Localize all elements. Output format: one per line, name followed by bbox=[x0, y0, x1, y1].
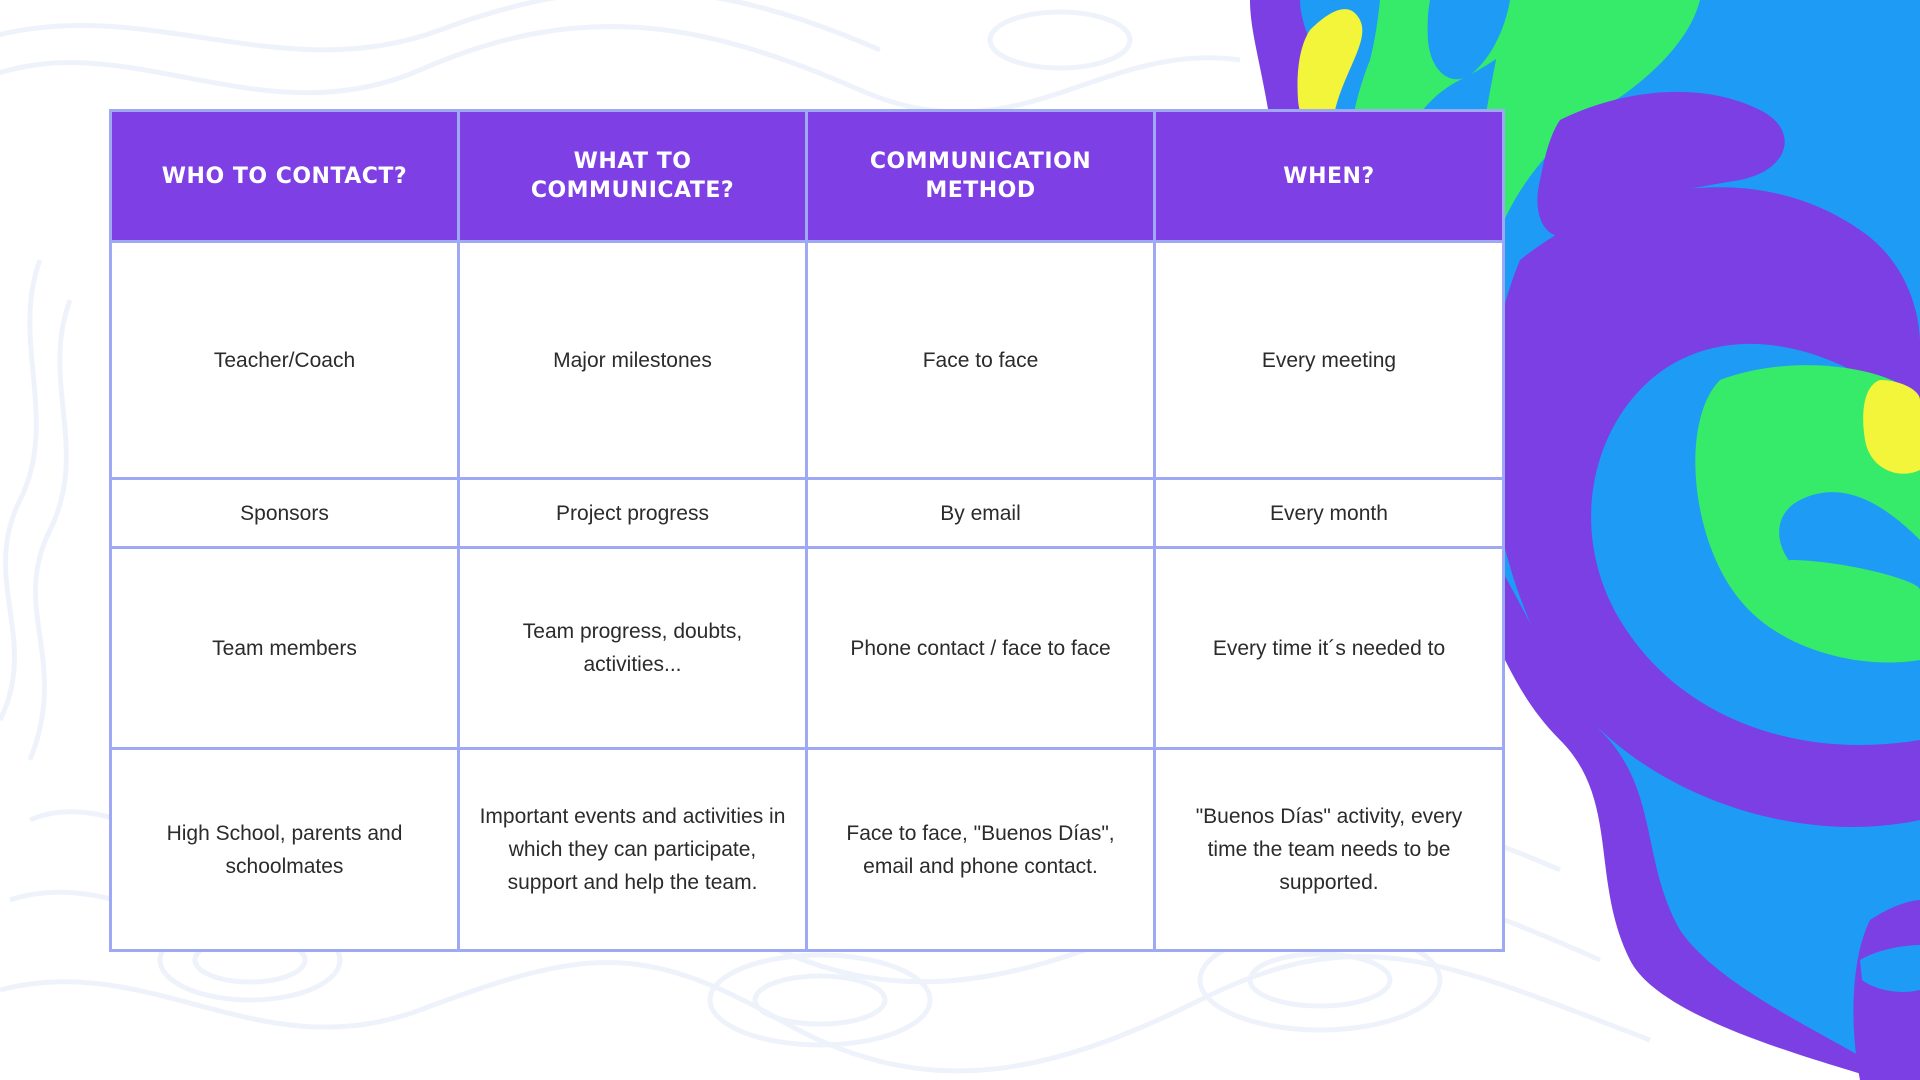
table-cell: Project progress bbox=[457, 477, 808, 549]
header-when: WHEN? bbox=[1153, 109, 1505, 243]
header-what-to-communicate: WHAT TO COMMUNICATE? bbox=[457, 109, 808, 243]
table-cell: Face to face, "Buenos Días", email and p… bbox=[805, 747, 1156, 952]
table-cell: Sponsors bbox=[109, 477, 460, 549]
table-cell: Phone contact / face to face bbox=[805, 546, 1156, 750]
table-cell: Important events and activities in which… bbox=[457, 747, 808, 952]
header-who-to-contact: WHO TO CONTACT? bbox=[109, 109, 460, 243]
table-cell: Teacher/Coach bbox=[109, 240, 460, 480]
table-row: Teacher/Coach Major milestones Face to f… bbox=[109, 240, 1505, 480]
table-cell: High School, parents and schoolmates bbox=[109, 747, 460, 952]
table-cell: Team members bbox=[109, 546, 460, 750]
slide: WHO TO CONTACT? WHAT TO COMMUNICATE? COM… bbox=[0, 0, 1920, 1080]
table-cell: Face to face bbox=[805, 240, 1156, 480]
table-cell: Major milestones bbox=[457, 240, 808, 480]
table-cell: Every month bbox=[1153, 477, 1505, 549]
table-cell: "Buenos Días" activity, every time the t… bbox=[1153, 747, 1505, 952]
table-row: Team members Team progress, doubts, acti… bbox=[109, 546, 1505, 750]
header-communication-method: COMMUNICATION METHOD bbox=[805, 109, 1156, 243]
table-row: High School, parents and schoolmates Imp… bbox=[109, 747, 1505, 952]
table-cell: By email bbox=[805, 477, 1156, 549]
table-header-row: WHO TO CONTACT? WHAT TO COMMUNICATE? COM… bbox=[109, 109, 1505, 243]
table-cell: Every meeting bbox=[1153, 240, 1505, 480]
table-cell: Every time it´s needed to bbox=[1153, 546, 1505, 750]
table-row: Sponsors Project progress By email Every… bbox=[109, 477, 1505, 549]
table-cell: Team progress, doubts, activities... bbox=[457, 546, 808, 750]
communication-plan-table: WHO TO CONTACT? WHAT TO COMMUNICATE? COM… bbox=[109, 109, 1505, 952]
